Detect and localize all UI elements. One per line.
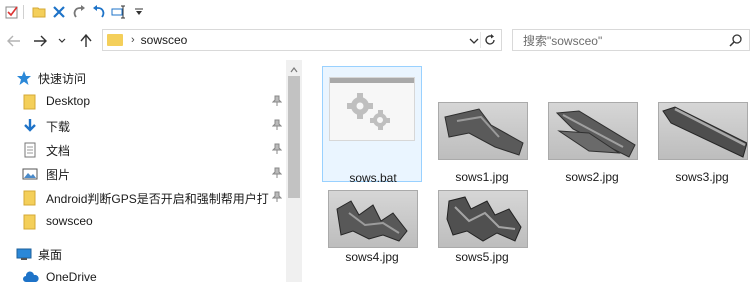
image-thumbnail — [328, 190, 418, 248]
nav-item-documents[interactable]: 文档 — [0, 138, 286, 162]
pin-icon[interactable] — [271, 191, 283, 206]
nav-item-label: 图片 — [46, 168, 71, 182]
up-button[interactable] — [76, 31, 96, 51]
file-item-sows5-jpg[interactable]: sows5.jpg — [432, 184, 532, 268]
cloud-icon — [22, 270, 39, 286]
batch-file-gears-icon — [329, 77, 415, 141]
nav-item-sowsceo[interactable]: sowsceo — [0, 210, 286, 234]
breadcrumb-separator-icon[interactable]: › — [131, 34, 135, 46]
nav-item-desktop-root[interactable]: 桌面 — [0, 242, 286, 266]
file-name: sows1.jpg — [455, 170, 509, 184]
download-icon — [22, 118, 38, 134]
folder-icon — [107, 34, 123, 46]
pin-icon[interactable] — [271, 119, 283, 134]
desktop-icon — [16, 246, 32, 262]
file-item-sows-bat[interactable]: sows.bat — [322, 66, 422, 185]
nav-item-onedrive[interactable]: OneDrive — [0, 266, 286, 290]
file-item-sows4-jpg[interactable]: sows4.jpg — [322, 184, 422, 268]
folder-icon[interactable] — [31, 4, 47, 20]
navigation-bar: › sowsceo 搜索"sowsceo" — [0, 28, 752, 54]
nav-item-android-gps-folder[interactable]: Android判断GPS是否开启和强制帮用户打 — [0, 186, 286, 210]
file-name: sows4.jpg — [345, 250, 399, 264]
picture-icon — [22, 166, 38, 182]
file-item-sows3-jpg[interactable]: sows3.jpg — [652, 66, 752, 186]
back-button[interactable] — [4, 31, 24, 51]
search-icon[interactable] — [729, 33, 743, 50]
nav-item-downloads[interactable]: 下载 — [0, 114, 286, 138]
nav-item-label: Desktop — [46, 94, 91, 108]
navigation-pane-scrollbar[interactable] — [286, 60, 302, 282]
undo-icon[interactable] — [91, 4, 107, 20]
search-input[interactable]: 搜索"sowsceo" — [523, 32, 602, 49]
nav-item-label: sowsceo — [46, 214, 93, 228]
document-icon — [22, 142, 38, 158]
rename-icon[interactable] — [111, 4, 127, 20]
nav-item-label: 文档 — [46, 144, 71, 158]
pin-icon[interactable] — [271, 95, 283, 110]
nav-item-label: Android判断GPS是否开启和强制帮用户打 — [46, 192, 269, 206]
nav-item-pictures[interactable]: 图片 — [0, 162, 286, 186]
pin-icon[interactable] — [271, 143, 283, 158]
star-icon — [16, 70, 32, 86]
redo-icon[interactable] — [71, 4, 87, 20]
nav-item-label: 桌面 — [38, 248, 63, 262]
address-bar[interactable]: › sowsceo — [102, 29, 502, 51]
nav-item-label: 下载 — [46, 120, 71, 134]
image-thumbnail — [548, 102, 638, 160]
navigation-pane: 快速访问 Desktop 下载 文档 图片 Android判断GPS是否开启和强… — [0, 62, 286, 284]
file-name: sows.bat — [349, 171, 397, 185]
recent-locations-chevron-icon[interactable] — [55, 31, 69, 51]
file-name: sows3.jpg — [675, 170, 729, 184]
file-name: sows2.jpg — [565, 170, 619, 184]
forward-button[interactable] — [30, 31, 50, 51]
toolbar-divider — [23, 5, 24, 19]
customize-dropdown-icon[interactable] — [131, 4, 147, 20]
breadcrumb-current-folder[interactable]: sowsceo — [141, 33, 188, 47]
file-item-sows1-jpg[interactable]: sows1.jpg — [432, 66, 532, 186]
delete-icon[interactable] — [51, 4, 67, 20]
pin-icon[interactable] — [271, 167, 283, 182]
folder-icon — [22, 214, 38, 230]
folder-icon — [22, 94, 38, 110]
folder-icon — [22, 190, 38, 206]
file-item-sows2-jpg[interactable]: sows2.jpg — [542, 66, 642, 186]
refresh-button[interactable] — [480, 32, 499, 48]
image-thumbnail — [658, 102, 748, 160]
file-list: sows.bat sows1.jpg sows2.jpg sows3.jpg s… — [302, 58, 752, 282]
scroll-up-arrow-icon[interactable] — [290, 62, 298, 76]
image-thumbnail — [438, 190, 528, 248]
nav-item-label: 快速访问 — [38, 72, 87, 86]
nav-item-quick-access[interactable]: 快速访问 — [0, 66, 286, 90]
address-history-dropdown-icon[interactable] — [469, 34, 479, 48]
image-thumbnail — [438, 102, 528, 160]
scrollbar-thumb[interactable] — [288, 76, 300, 198]
nav-item-desktop[interactable]: Desktop — [0, 90, 286, 114]
checkmark-icon[interactable] — [4, 4, 20, 20]
quick-access-toolbar — [0, 0, 752, 24]
file-name: sows5.jpg — [455, 250, 509, 264]
search-box[interactable]: 搜索"sowsceo" — [512, 29, 750, 51]
